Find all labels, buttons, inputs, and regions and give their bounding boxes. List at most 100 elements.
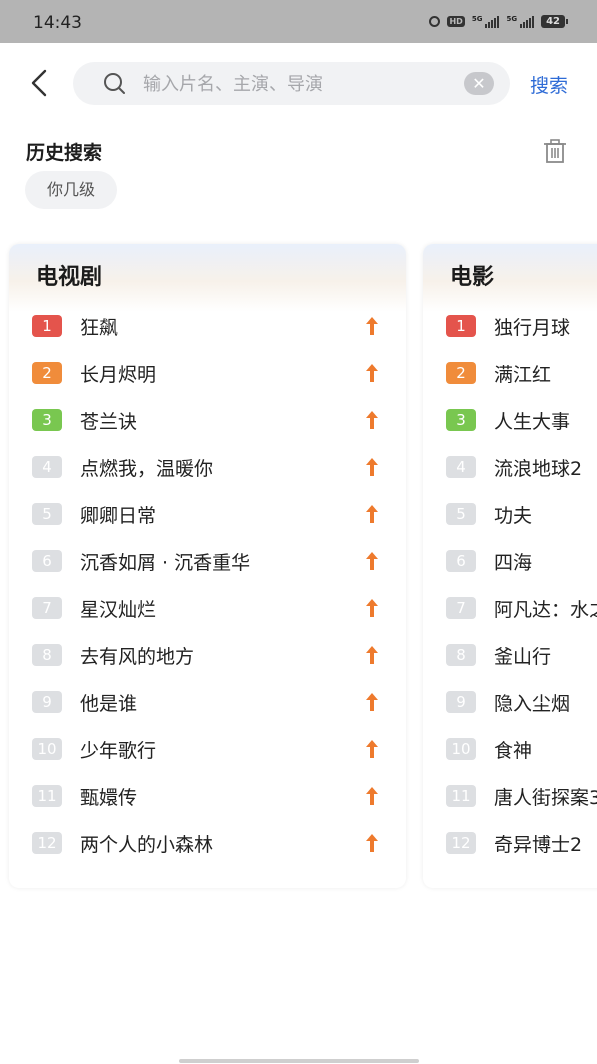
ranking-row[interactable]: 10 少年歌行 <box>9 729 406 769</box>
rank-badge: 8 <box>446 644 476 666</box>
rank-badge: 6 <box>446 550 476 572</box>
ranking-title: 长月烬明 <box>80 364 157 386</box>
ranking-title: 人生大事 <box>494 411 571 433</box>
rank-badge: 3 <box>32 409 62 431</box>
status-time: 14:43 <box>33 13 82 33</box>
ranking-title: 食神 <box>494 740 533 762</box>
signal-icon-2 <box>520 15 535 28</box>
back-arrow-icon[interactable] <box>25 68 55 98</box>
ranking-title: 点燃我，温暖你 <box>80 458 214 480</box>
network-type-label-2: 5G <box>506 15 518 23</box>
search-icon <box>104 73 125 94</box>
alarm-icon <box>429 16 441 27</box>
ranking-title: 奇异博士2 <box>494 834 583 856</box>
ranking-title: 功夫 <box>494 505 533 527</box>
rank-badge: 9 <box>446 691 476 713</box>
trend-up-icon <box>366 646 378 664</box>
ranking-title: 釜山行 <box>494 646 552 668</box>
home-indicator <box>179 1059 419 1063</box>
ranking-row[interactable]: 3 苍兰诀 <box>9 400 406 440</box>
ranking-row[interactable]: 4 流浪地球2 <box>423 447 597 487</box>
history-chip[interactable]: 你几级 <box>25 171 118 209</box>
rank-badge: 1 <box>32 315 62 337</box>
status-icons: HD 5G 5G 42 <box>429 15 568 28</box>
ranking-row[interactable]: 5 卿卿日常 <box>9 494 406 534</box>
ranking-row[interactable]: 12 两个人的小森林 <box>9 823 406 863</box>
trash-icon[interactable] <box>542 138 568 164</box>
ranking-title: 去有风的地方 <box>80 646 195 668</box>
ranking-title: 沉香如屑 · 沉香重华 <box>80 552 251 574</box>
status-bar: 14:43 HD 5G 5G 42 <box>0 0 597 43</box>
network-type-label: 5G <box>471 15 483 23</box>
rank-badge: 10 <box>32 738 62 760</box>
clear-icon[interactable]: ✕ <box>464 72 494 95</box>
trend-up-icon <box>366 834 378 852</box>
signal-icon <box>485 15 500 28</box>
ranking-row[interactable]: 8 釜山行 <box>423 635 597 675</box>
ranking-title: 星汉灿烂 <box>80 599 157 621</box>
trend-up-icon <box>366 693 378 711</box>
ranking-row[interactable]: 11 甄嬛传 <box>9 776 406 816</box>
hd-icon: HD <box>447 16 465 27</box>
ranking-row[interactable]: 2 满江红 <box>423 353 597 393</box>
rank-badge: 10 <box>446 738 476 760</box>
rank-badge: 8 <box>32 644 62 666</box>
rank-badge: 2 <box>32 362 62 384</box>
rank-badge: 4 <box>446 456 476 478</box>
ranking-title: 唐人街探案3 <box>494 787 597 809</box>
ranking-row[interactable]: 10 食神 <box>423 729 597 769</box>
rank-badge: 5 <box>446 503 476 525</box>
movie-card-title: 电影 <box>423 244 597 312</box>
trend-up-icon <box>366 787 378 805</box>
search-box[interactable]: ✕ <box>73 62 510 105</box>
ranking-row[interactable]: 8 去有风的地方 <box>9 635 406 675</box>
trend-up-icon <box>366 552 378 570</box>
movie-ranking-card: 电影 1 独行月球 2 满江红 3 人生大事 4 流浪地球2 5 功夫 6 四海 7 阿凡达：水之道 8 釜山… <box>423 244 597 888</box>
ranking-title: 狂飙 <box>80 317 119 339</box>
trend-up-icon <box>366 317 378 335</box>
ranking-row[interactable]: 7 阿凡达：水之道 <box>423 588 597 628</box>
ranking-row[interactable]: 4 点燃我，温暖你 <box>9 447 406 487</box>
rank-badge: 9 <box>32 691 62 713</box>
rank-badge: 6 <box>32 550 62 572</box>
ranking-row[interactable]: 6 四海 <box>423 541 597 581</box>
trend-up-icon <box>366 599 378 617</box>
rank-badge: 4 <box>32 456 62 478</box>
ranking-row[interactable]: 1 独行月球 <box>423 306 597 346</box>
rank-badge: 5 <box>32 503 62 525</box>
trend-up-icon <box>366 364 378 382</box>
ranking-title: 满江红 <box>494 364 552 386</box>
trend-up-icon <box>366 458 378 476</box>
ranking-row[interactable]: 12 奇异博士2 <box>423 823 597 863</box>
ranking-title: 隐入尘烟 <box>494 693 571 715</box>
ranking-row[interactable]: 2 长月烬明 <box>9 353 406 393</box>
rank-badge: 11 <box>32 785 62 807</box>
search-button[interactable]: 搜索 <box>530 71 568 98</box>
rank-badge: 12 <box>32 832 62 854</box>
rank-badge: 11 <box>446 785 476 807</box>
ranking-row[interactable]: 7 星汉灿烂 <box>9 588 406 628</box>
ranking-row[interactable]: 6 沉香如屑 · 沉香重华 <box>9 541 406 581</box>
rank-badge: 1 <box>446 315 476 337</box>
ranking-title: 他是谁 <box>80 693 138 715</box>
ranking-title: 两个人的小森林 <box>80 834 214 856</box>
ranking-row[interactable]: 11 唐人街探案3 <box>423 776 597 816</box>
ranking-title: 甄嬛传 <box>80 787 138 809</box>
search-input[interactable] <box>141 70 465 98</box>
rank-badge: 7 <box>32 597 62 619</box>
battery-icon: 42 <box>541 15 568 28</box>
trend-up-icon <box>366 411 378 429</box>
ranking-title: 独行月球 <box>494 317 571 339</box>
tv-ranking-card: 电视剧 1 狂飙 2 长月烬明 3 苍兰诀 4 点燃我，温暖你 5 卿卿日常 6 沉香如屑 · 沉香重… <box>9 244 406 888</box>
trend-up-icon <box>366 505 378 523</box>
ranking-row[interactable]: 9 隐入尘烟 <box>423 682 597 722</box>
rank-badge: 3 <box>446 409 476 431</box>
trend-up-icon <box>366 740 378 758</box>
ranking-row[interactable]: 5 功夫 <box>423 494 597 534</box>
ranking-row[interactable]: 1 狂飙 <box>9 306 406 346</box>
ranking-title: 流浪地球2 <box>494 458 583 480</box>
ranking-row[interactable]: 9 他是谁 <box>9 682 406 722</box>
ranking-title: 四海 <box>494 552 533 574</box>
ranking-row[interactable]: 3 人生大事 <box>423 400 597 440</box>
rank-badge: 7 <box>446 597 476 619</box>
